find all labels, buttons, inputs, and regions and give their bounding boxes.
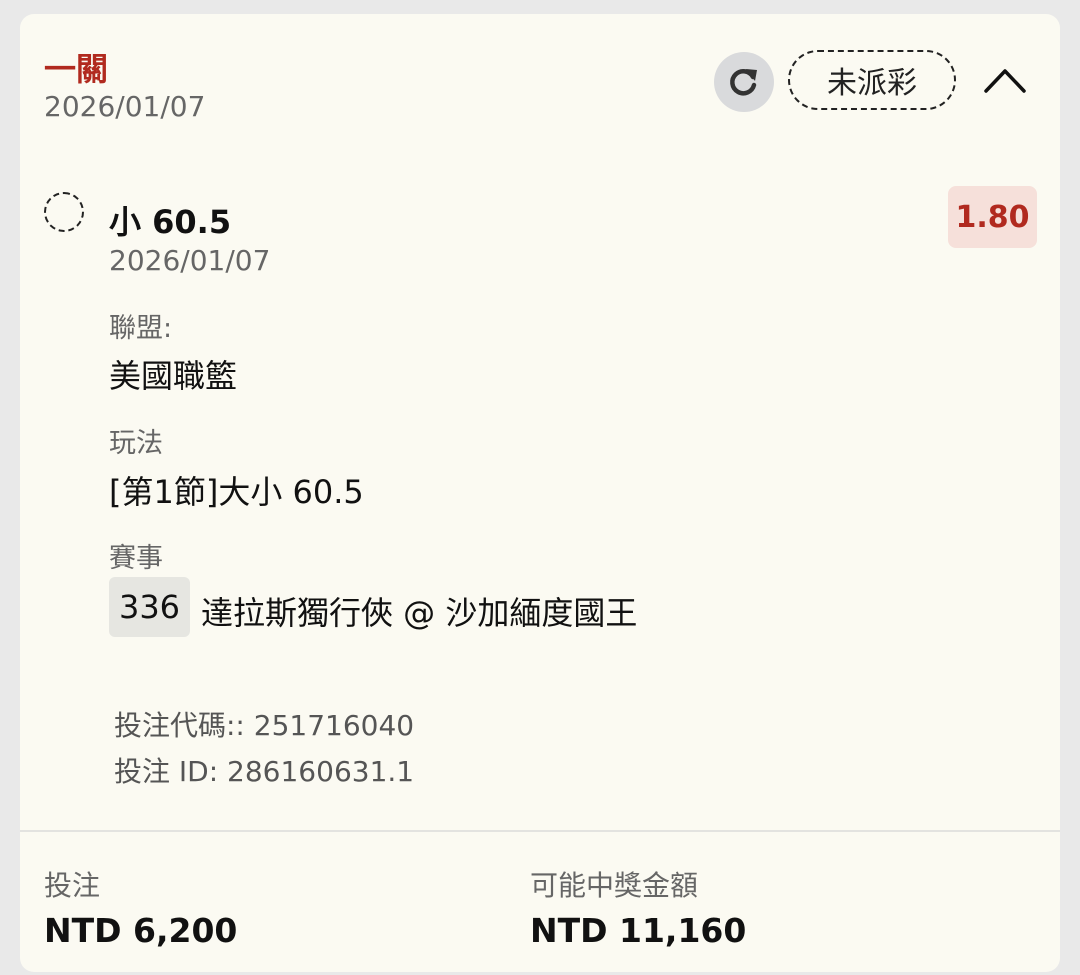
payout-label: 可能中獎金額 <box>530 869 699 902</box>
event-label: 賽事 <box>109 543 163 574</box>
bet-type-title: 一關 <box>44 50 109 88</box>
collapse-button[interactable] <box>980 58 1030 102</box>
selection-date: 2026/01/07 <box>109 244 271 277</box>
bet-code: 投注代碼:: 251716040 <box>114 709 415 742</box>
chevron-up-icon <box>984 69 1026 93</box>
selection-name: 小 60.5 <box>109 203 232 241</box>
market-value: [第1節]大小 60.5 <box>109 473 364 511</box>
refresh-icon <box>730 69 757 96</box>
footer-divider <box>20 830 1060 832</box>
dashed-circle-icon <box>44 192 84 232</box>
odds-badge: 1.80 <box>948 186 1037 248</box>
stake-value: NTD 6,200 <box>44 911 238 950</box>
payout-value: NTD 11,160 <box>530 911 747 950</box>
refresh-button[interactable] <box>714 52 774 112</box>
league-label: 聯盟: <box>109 313 173 344</box>
bet-card: 一關 2026/01/07 未派彩 小 60.5 1.80 2026/01/07… <box>20 14 1060 972</box>
settlement-status-badge: 未派彩 <box>788 50 956 110</box>
event-name: 達拉斯獨行俠 @ 沙加緬度國王 <box>201 594 638 632</box>
stake-label: 投注 <box>44 869 101 902</box>
market-label: 玩法 <box>109 428 163 459</box>
league-value: 美國職籃 <box>109 357 238 395</box>
event-id-badge: 336 <box>109 577 190 637</box>
bet-date: 2026/01/07 <box>44 90 206 123</box>
bet-id: 投注 ID: 286160631.1 <box>114 755 415 788</box>
